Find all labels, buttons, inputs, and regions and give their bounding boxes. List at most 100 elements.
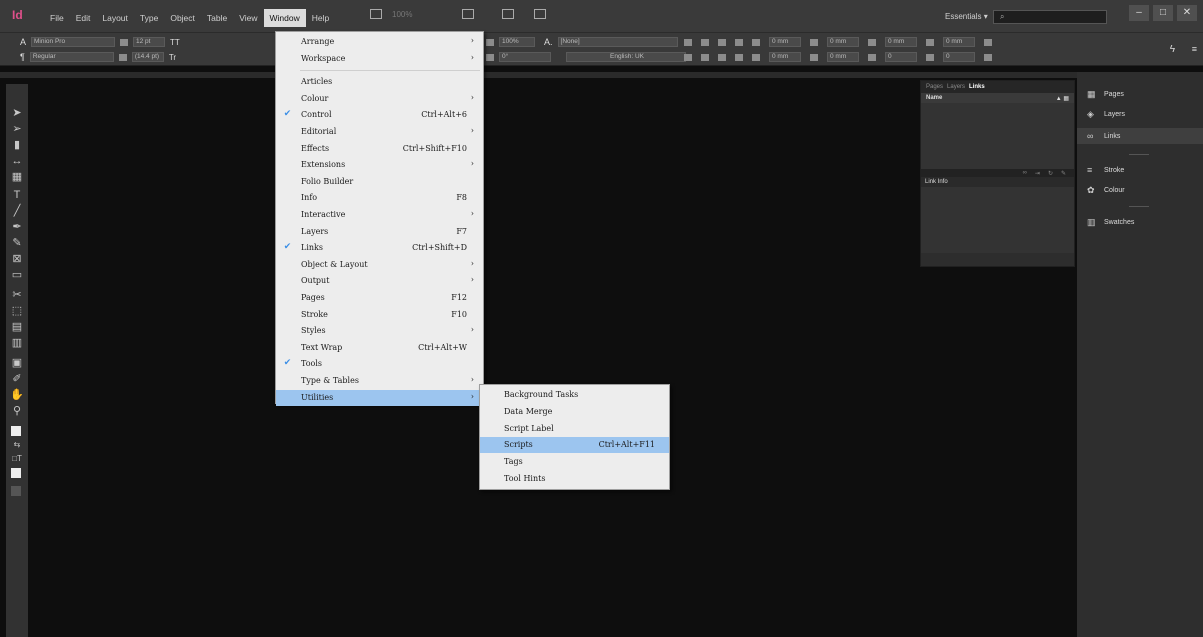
justify-center-icon[interactable] xyxy=(701,53,709,61)
menu-item-articles[interactable]: Articles xyxy=(276,74,483,90)
close-button[interactable]: ✕ xyxy=(1177,5,1197,21)
menu-item-workspace[interactable]: Workspace › xyxy=(276,51,483,67)
formatting-container-icon[interactable]: □T xyxy=(10,452,24,466)
menu-item-utilities[interactable]: Utilities › xyxy=(276,389,483,406)
horizontal-scale-field[interactable]: 100% xyxy=(499,37,535,47)
menu-item-text-wrap[interactable]: Text Wrap Ctrl+Alt+W xyxy=(276,340,483,356)
menu-edit[interactable]: Edit xyxy=(70,9,97,27)
justify-left-icon[interactable] xyxy=(684,53,692,61)
numbering-icon[interactable] xyxy=(984,53,992,61)
menu-layout[interactable]: Layout xyxy=(96,9,134,27)
fill-stroke-icon[interactable] xyxy=(11,426,21,436)
page-tool-icon[interactable]: ▮ xyxy=(10,138,24,152)
line-tool-icon[interactable]: ╱ xyxy=(10,204,24,218)
arrange-documents-icon[interactable] xyxy=(534,9,547,19)
character-mode-label[interactable]: A xyxy=(20,37,26,47)
menu-item-control[interactable]: ✔ Control Ctrl+Alt+6 xyxy=(276,107,483,123)
tab-pages[interactable]: Pages xyxy=(926,84,943,90)
screen-mode-icon[interactable] xyxy=(502,9,515,19)
align-center-icon[interactable] xyxy=(701,38,709,46)
align-justify-icon[interactable] xyxy=(735,38,743,46)
menu-item-styles[interactable]: Styles › xyxy=(276,323,483,339)
menu-object[interactable]: Object xyxy=(164,9,201,27)
small-caps-button[interactable]: Tr xyxy=(169,53,176,62)
menu-type[interactable]: Type xyxy=(134,9,164,27)
menu-table[interactable]: Table xyxy=(201,9,233,27)
pen-tool-icon[interactable]: ✒ xyxy=(10,220,24,234)
leading-field[interactable]: (14.4 pt) xyxy=(131,52,164,62)
menu-item-pages[interactable]: Pages F12 xyxy=(276,290,483,306)
links-list[interactable] xyxy=(921,103,1074,169)
bullets-icon[interactable] xyxy=(984,38,992,46)
rectangle-tool-icon[interactable]: ▭ xyxy=(10,268,24,282)
skew-field[interactable]: 0° xyxy=(499,52,551,62)
edit-original-icon[interactable]: ✎ xyxy=(1061,170,1066,177)
submenu-item-tool-hints[interactable]: Tool Hints xyxy=(480,471,669,487)
dock-stroke[interactable]: ≡ Stroke xyxy=(1087,166,1124,175)
tab-layers[interactable]: Layers xyxy=(947,84,965,90)
menu-item-layers[interactable]: Layers F7 xyxy=(276,224,483,240)
type-tool-icon[interactable]: T xyxy=(10,188,24,202)
content-collector-icon[interactable]: ▦ xyxy=(10,170,24,184)
gradient-swatch-tool-icon[interactable]: ▤ xyxy=(10,320,24,334)
drop-cap-chars-field[interactable]: 0 xyxy=(943,52,975,62)
menu-item-object-and-layout[interactable]: Object & Layout › xyxy=(276,257,483,273)
search-input[interactable]: ⌕ xyxy=(993,10,1107,24)
pencil-tool-icon[interactable]: ✎ xyxy=(10,236,24,250)
menu-help[interactable]: Help xyxy=(306,9,335,27)
zoom-level[interactable]: 100% xyxy=(392,10,412,19)
menu-item-info[interactable]: Info F8 xyxy=(276,190,483,206)
link-info-header[interactable]: Link Info xyxy=(921,177,1074,187)
menu-item-type-and-tables[interactable]: Type & Tables › xyxy=(276,373,483,389)
align-left-icon[interactable] xyxy=(684,38,692,46)
zoom-tool-icon[interactable]: ⚲ xyxy=(10,404,24,418)
apply-none-icon[interactable] xyxy=(11,468,21,478)
dock-swatches[interactable]: ▥ Swatches xyxy=(1087,218,1134,227)
quick-apply-icon[interactable]: ϟ xyxy=(1170,44,1175,55)
free-transform-tool-icon[interactable]: ⬚ xyxy=(10,304,24,318)
minimize-button[interactable]: – xyxy=(1129,5,1149,21)
left-indent-field[interactable]: 0 mm xyxy=(769,37,801,47)
document-canvas[interactable] xyxy=(35,78,1075,637)
menu-item-arrange[interactable]: Arrange › xyxy=(276,34,483,50)
bridge-icon[interactable] xyxy=(370,9,382,19)
dock-colour[interactable]: ✿ Colour xyxy=(1087,186,1125,195)
language-field[interactable]: English: UK xyxy=(566,52,686,62)
normal-view-icon[interactable] xyxy=(11,486,21,496)
hand-tool-icon[interactable]: ✋ xyxy=(10,388,24,402)
menu-item-editorial[interactable]: Editorial › xyxy=(276,124,483,140)
right-indent-field[interactable]: 0 mm xyxy=(827,37,859,47)
swap-fill-stroke-icon[interactable]: ⇆ xyxy=(10,438,24,452)
direct-selection-tool-icon[interactable]: ➢ xyxy=(10,122,24,136)
submenu-item-background-tasks[interactable]: Background Tasks xyxy=(480,387,669,403)
all-caps-button[interactable]: TT xyxy=(170,38,180,47)
menu-item-links[interactable]: ✔ Links Ctrl+Shift+D xyxy=(276,240,483,256)
align-right-icon[interactable] xyxy=(718,38,726,46)
menu-item-folio-builder[interactable]: Folio Builder xyxy=(276,174,483,190)
dock-links[interactable]: ∞ Links xyxy=(1077,128,1203,144)
menu-item-effects[interactable]: Effects Ctrl+Shift+F10 xyxy=(276,141,483,157)
maximize-button[interactable]: □ xyxy=(1153,5,1173,21)
tab-links[interactable]: Links xyxy=(969,84,985,90)
menu-item-extensions[interactable]: Extensions › xyxy=(276,157,483,173)
dock-pages[interactable]: ▦ Pages xyxy=(1087,90,1124,99)
note-tool-icon[interactable]: ▣ xyxy=(10,356,24,370)
submenu-item-data-merge[interactable]: Data Merge xyxy=(480,404,669,420)
menu-item-colour[interactable]: Colour › xyxy=(276,91,483,107)
rectangle-frame-tool-icon[interactable]: ⊠ xyxy=(10,252,24,266)
menu-item-output[interactable]: Output › xyxy=(276,273,483,289)
update-link-icon[interactable]: ↻ xyxy=(1048,170,1053,177)
dock-layers[interactable]: ◈ Layers xyxy=(1087,110,1125,119)
gradient-feather-tool-icon[interactable]: ▥ xyxy=(10,336,24,350)
justify-right-icon[interactable] xyxy=(718,53,726,61)
menu-view[interactable]: View xyxy=(233,9,263,27)
panel-menu-icon[interactable]: ≡ xyxy=(1192,44,1197,54)
relink-icon[interactable]: ∞ xyxy=(1023,170,1027,176)
menu-window[interactable]: Window xyxy=(263,9,306,27)
gap-tool-icon[interactable]: ↔ xyxy=(10,154,24,168)
justify-all-icon[interactable] xyxy=(735,53,743,61)
goto-link-icon[interactable]: ⇥ xyxy=(1035,170,1040,177)
last-line-indent-field[interactable]: 0 mm xyxy=(827,52,859,62)
menu-item-interactive[interactable]: Interactive › xyxy=(276,207,483,223)
selection-tool-icon[interactable]: ➤ xyxy=(10,106,24,120)
